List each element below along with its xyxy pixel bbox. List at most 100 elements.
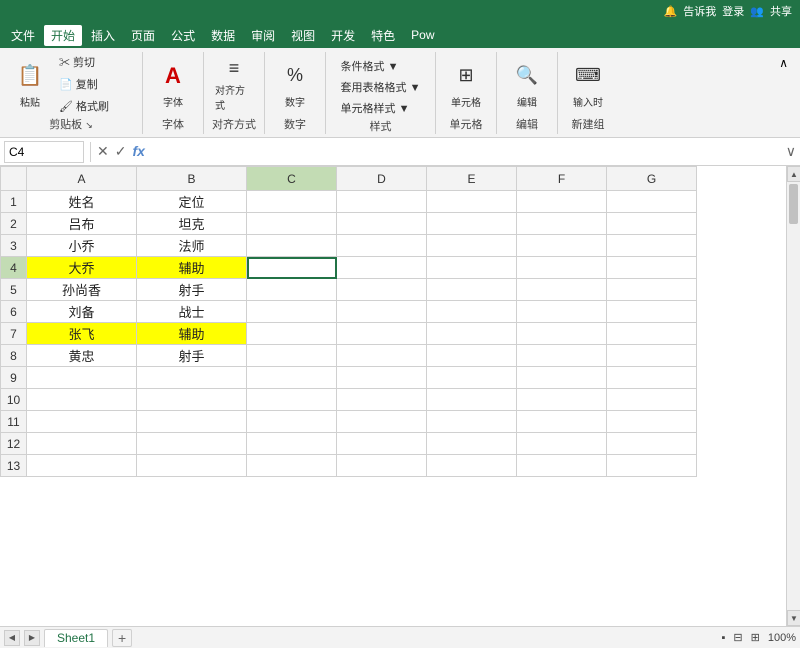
grid-scroll[interactable]: A B C D E F G 1 姓名 bbox=[0, 166, 786, 626]
menu-pow[interactable]: Pow bbox=[404, 26, 441, 44]
cell-d9[interactable] bbox=[337, 367, 427, 389]
cell-g9[interactable] bbox=[607, 367, 697, 389]
cell-d2[interactable] bbox=[337, 213, 427, 235]
cell-f11[interactable] bbox=[517, 411, 607, 433]
name-box[interactable]: C4 bbox=[4, 141, 84, 163]
cell-f5[interactable] bbox=[517, 279, 607, 301]
cell-e10[interactable] bbox=[427, 389, 517, 411]
login-button[interactable]: 登录 bbox=[722, 3, 744, 19]
view-page-icon[interactable]: ⊞ bbox=[751, 631, 760, 644]
row-header-12[interactable]: 12 bbox=[1, 433, 27, 455]
table-format-button[interactable]: 套用表格格式 ▼ bbox=[336, 77, 426, 97]
cell-d5[interactable] bbox=[337, 279, 427, 301]
view-normal-icon[interactable]: ▪ bbox=[722, 632, 726, 644]
menu-home[interactable]: 开始 bbox=[44, 25, 82, 46]
cell-a9[interactable] bbox=[27, 367, 137, 389]
cancel-formula-icon[interactable]: ✕ bbox=[97, 143, 109, 160]
cell-a4[interactable]: 大乔 bbox=[27, 257, 137, 279]
cell-a13[interactable] bbox=[27, 455, 137, 477]
cell-g6[interactable] bbox=[607, 301, 697, 323]
cell-e11[interactable] bbox=[427, 411, 517, 433]
cell-d13[interactable] bbox=[337, 455, 427, 477]
row-header-9[interactable]: 9 bbox=[1, 367, 27, 389]
cell-d7[interactable] bbox=[337, 323, 427, 345]
cell-b3[interactable]: 法师 bbox=[137, 235, 247, 257]
cell-e13[interactable] bbox=[427, 455, 517, 477]
row-header-2[interactable]: 2 bbox=[1, 213, 27, 235]
vertical-scrollbar[interactable]: ▲ ▼ bbox=[786, 166, 800, 626]
row-header-13[interactable]: 13 bbox=[1, 455, 27, 477]
col-header-a[interactable]: A bbox=[27, 167, 137, 191]
cell-f7[interactable] bbox=[517, 323, 607, 345]
cell-d3[interactable] bbox=[337, 235, 427, 257]
cell-e3[interactable] bbox=[427, 235, 517, 257]
cell-g7[interactable] bbox=[607, 323, 697, 345]
menu-review[interactable]: 审阅 bbox=[244, 25, 282, 46]
cell-c2[interactable] bbox=[247, 213, 337, 235]
cell-g4[interactable] bbox=[607, 257, 697, 279]
cell-b1[interactable]: 定位 bbox=[137, 191, 247, 213]
input-button[interactable]: ⌨ 输入时 bbox=[566, 53, 610, 115]
menu-data[interactable]: 数据 bbox=[204, 25, 242, 46]
cell-c7[interactable] bbox=[247, 323, 337, 345]
cell-g2[interactable] bbox=[607, 213, 697, 235]
col-header-f[interactable]: F bbox=[517, 167, 607, 191]
formula-expand-button[interactable]: ∨ bbox=[786, 143, 796, 160]
cell-c6[interactable] bbox=[247, 301, 337, 323]
copy-button[interactable]: 📄 复制 bbox=[54, 74, 134, 94]
cell-e12[interactable] bbox=[427, 433, 517, 455]
alert-icon[interactable]: 🔔 bbox=[664, 5, 678, 18]
cell-d8[interactable] bbox=[337, 345, 427, 367]
view-layout-icon[interactable]: ⊟ bbox=[733, 631, 742, 644]
cell-d4[interactable] bbox=[337, 257, 427, 279]
font-button[interactable]: A 字体 bbox=[151, 53, 195, 115]
cell-f2[interactable] bbox=[517, 213, 607, 235]
edit-button[interactable]: 🔍 编辑 bbox=[505, 53, 549, 115]
cell-e2[interactable] bbox=[427, 213, 517, 235]
sheet-add-button[interactable]: + bbox=[112, 629, 132, 647]
cell-b7[interactable]: 辅助 bbox=[137, 323, 247, 345]
cell-g10[interactable] bbox=[607, 389, 697, 411]
cell-a8[interactable]: 黄忠 bbox=[27, 345, 137, 367]
cell-c4[interactable] bbox=[247, 257, 337, 279]
row-header-6[interactable]: 6 bbox=[1, 301, 27, 323]
alert-text[interactable]: 告诉我 bbox=[683, 3, 716, 19]
cell-c12[interactable] bbox=[247, 433, 337, 455]
menu-page[interactable]: 页面 bbox=[124, 25, 162, 46]
cell-b2[interactable]: 坦克 bbox=[137, 213, 247, 235]
menu-special[interactable]: 特色 bbox=[364, 25, 402, 46]
scroll-down-arrow[interactable]: ▼ bbox=[787, 610, 800, 626]
col-header-b[interactable]: B bbox=[137, 167, 247, 191]
menu-formula[interactable]: 公式 bbox=[164, 25, 202, 46]
cell-e8[interactable] bbox=[427, 345, 517, 367]
menu-insert[interactable]: 插入 bbox=[84, 25, 122, 46]
formula-input[interactable] bbox=[149, 141, 778, 163]
cell-a12[interactable] bbox=[27, 433, 137, 455]
paste-button[interactable]: 📋 粘贴 bbox=[8, 53, 52, 115]
collapse-ribbon-button[interactable]: ∧ bbox=[775, 52, 792, 74]
cell-c9[interactable] bbox=[247, 367, 337, 389]
col-header-e[interactable]: E bbox=[427, 167, 517, 191]
cell-c8[interactable] bbox=[247, 345, 337, 367]
cell-b5[interactable]: 射手 bbox=[137, 279, 247, 301]
cell-b9[interactable] bbox=[137, 367, 247, 389]
cell-b12[interactable] bbox=[137, 433, 247, 455]
conditional-format-button[interactable]: 条件格式 ▼ bbox=[336, 56, 426, 76]
row-header-10[interactable]: 10 bbox=[1, 389, 27, 411]
cell-e1[interactable] bbox=[427, 191, 517, 213]
fx-icon[interactable]: fx bbox=[132, 143, 144, 160]
row-header-5[interactable]: 5 bbox=[1, 279, 27, 301]
cell-f8[interactable] bbox=[517, 345, 607, 367]
cell-d1[interactable] bbox=[337, 191, 427, 213]
row-header-7[interactable]: 7 bbox=[1, 323, 27, 345]
menu-dev[interactable]: 开发 bbox=[324, 25, 362, 46]
row-header-8[interactable]: 8 bbox=[1, 345, 27, 367]
cell-g5[interactable] bbox=[607, 279, 697, 301]
cell-b11[interactable] bbox=[137, 411, 247, 433]
menu-view[interactable]: 视图 bbox=[284, 25, 322, 46]
col-header-d[interactable]: D bbox=[337, 167, 427, 191]
cell-a3[interactable]: 小乔 bbox=[27, 235, 137, 257]
cell-d12[interactable] bbox=[337, 433, 427, 455]
cell-f3[interactable] bbox=[517, 235, 607, 257]
cell-a2[interactable]: 吕布 bbox=[27, 213, 137, 235]
